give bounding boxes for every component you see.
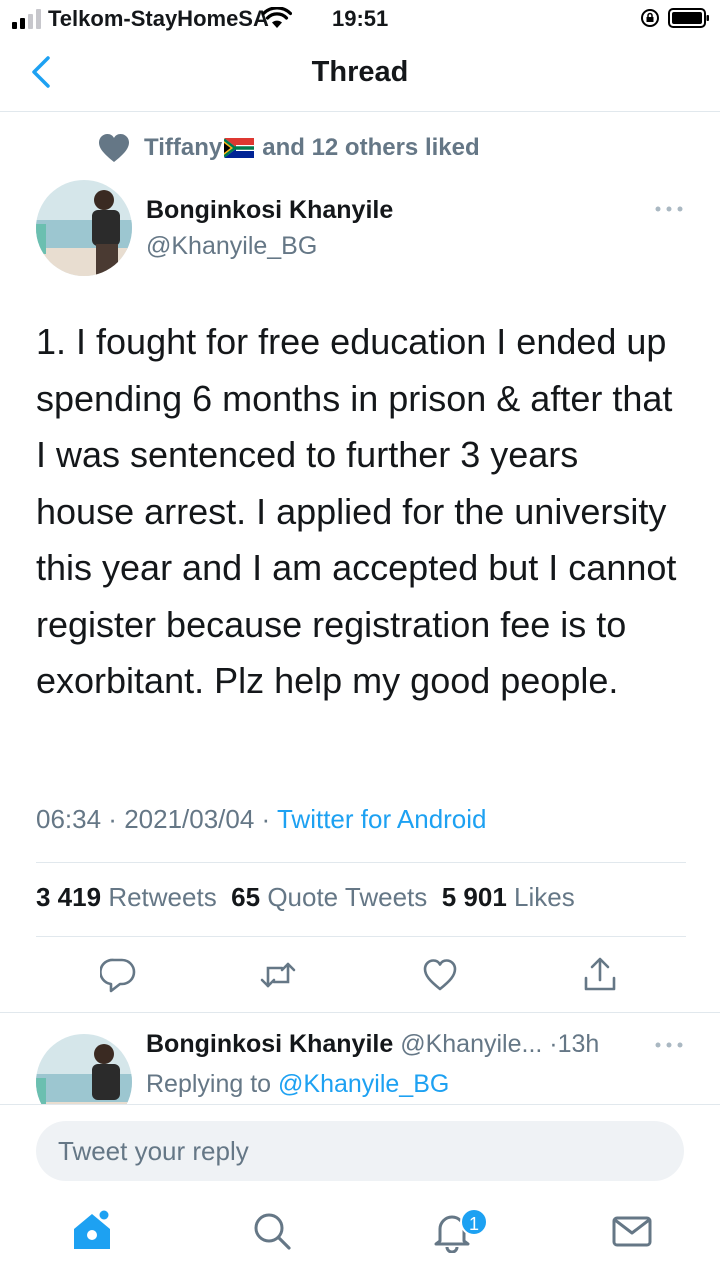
likes-label: Likes — [514, 882, 575, 912]
status-time: 19:51 — [332, 6, 389, 31]
tweet-text: 1. I fought for free education I ended u… — [36, 321, 677, 701]
replying-prefix: Replying to — [146, 1070, 272, 1098]
replying-to: Replying to @Khanyile_BG — [146, 1070, 449, 1099]
home-icon[interactable] — [70, 1209, 114, 1253]
tweet-time: 06:34 — [36, 804, 102, 834]
social-context: Tiffany and 12 others liked — [98, 130, 480, 166]
retweets-label: Retweets — [108, 882, 217, 912]
author-handle[interactable]: @Khanyile_BG — [146, 232, 317, 261]
mail-icon[interactable] — [610, 1209, 654, 1253]
liked-text: and 12 others liked — [262, 134, 480, 161]
south-africa-flag-icon — [224, 138, 255, 158]
author-name[interactable]: Bonginkosi Khanyile — [146, 196, 393, 225]
quotes-count: 65 — [231, 882, 261, 912]
reply-icon[interactable] — [100, 956, 136, 994]
reply-author-handle[interactable]: @Khanyile... — [400, 1030, 542, 1058]
retweets-stat[interactable]: 3 419 Retweets — [36, 882, 217, 912]
like-icon[interactable] — [422, 956, 458, 994]
reply-age: 13h — [557, 1030, 600, 1058]
bottom-panel — [0, 1104, 720, 1280]
wifi-icon — [262, 7, 292, 28]
tweet-stats: 3 419 Retweets 65 Quote Tweets 5 901 Lik… — [36, 882, 575, 913]
reply-header: Bonginkosi Khanyile @Khanyile... ·13h — [146, 1030, 600, 1058]
battery-icon — [668, 8, 709, 28]
replying-handle[interactable]: @Khanyile_BG — [278, 1070, 449, 1098]
status-bar: Telkom-StayHomeSA 19:51 — [0, 0, 720, 38]
notification-badge: 1 — [460, 1208, 488, 1236]
avatar-photo — [36, 180, 132, 276]
retweet-icon[interactable] — [260, 956, 296, 994]
reply-input[interactable] — [36, 1121, 684, 1181]
search-icon[interactable] — [250, 1209, 294, 1253]
rotation-lock-icon — [641, 9, 659, 27]
divider — [0, 1012, 720, 1013]
signal-icon — [12, 9, 41, 29]
tweet-date: 2021/03/04 — [124, 804, 255, 834]
reply-author-name[interactable]: Bonginkosi Khanyile — [146, 1030, 393, 1058]
likes-count: 5 901 — [441, 882, 507, 912]
nav-bar: Thread — [0, 38, 720, 112]
carrier-name: Telkom-StayHomeSA — [48, 6, 269, 31]
tweet-source-app[interactable]: Twitter for Android — [277, 804, 487, 834]
heart-icon — [99, 134, 129, 162]
more-icon[interactable] — [654, 204, 684, 214]
quotes-label: Quote Tweets — [267, 882, 428, 912]
divider — [36, 936, 686, 937]
quotes-stat[interactable]: 65 Quote Tweets — [231, 882, 427, 912]
reply-more-icon[interactable] — [654, 1040, 684, 1050]
divider — [36, 862, 686, 863]
share-icon[interactable] — [582, 956, 618, 994]
avatar[interactable] — [36, 180, 132, 276]
likes-stat[interactable]: 5 901 Likes — [442, 882, 575, 912]
liked-user[interactable]: Tiffany — [144, 134, 222, 162]
page-title: Thread — [311, 56, 409, 88]
retweets-count: 3 419 — [36, 882, 102, 912]
tweet-meta: 06:34 · 2021/03/04 · Twitter for Android — [36, 804, 487, 834]
